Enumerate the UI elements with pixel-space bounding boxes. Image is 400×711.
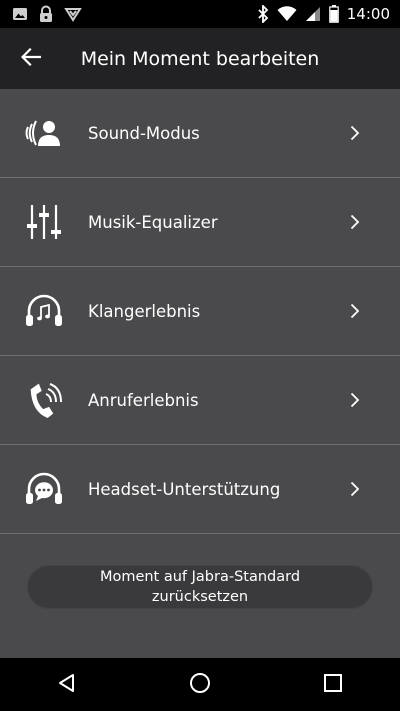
nav-back-icon	[57, 673, 77, 697]
menu-item-label: Headset-Unterstützung	[88, 479, 281, 499]
back-button[interactable]	[0, 28, 62, 89]
download-icon	[64, 6, 82, 22]
app-bar: Mein Moment bearbeiten	[0, 28, 400, 89]
bluetooth-icon	[257, 5, 269, 23]
wifi-icon	[277, 6, 297, 22]
menu-item-label: Musik-Equalizer	[88, 212, 218, 232]
battery-icon	[328, 5, 339, 23]
page-title: Mein Moment bearbeiten	[80, 47, 320, 70]
nav-home-icon	[189, 672, 211, 698]
reset-to-default-button[interactable]: Moment auf Jabra-Standard zurücksetzen	[27, 565, 373, 609]
arrow-back-icon	[20, 47, 42, 70]
chevron-right-icon	[310, 303, 400, 319]
chevron-right-icon	[310, 392, 400, 408]
menu-item-call-experience[interactable]: Anruferlebnis	[0, 356, 400, 445]
chevron-right-icon	[310, 125, 400, 141]
equalizer-icon	[0, 202, 88, 242]
lock-icon	[38, 5, 54, 23]
settings-menu: Sound-Modus Musik-Equalizer Klangerlebni…	[0, 89, 400, 534]
status-time: 14:00	[346, 5, 390, 23]
nav-recents-button[interactable]	[303, 658, 363, 711]
phone-call-icon	[0, 380, 88, 420]
menu-item-sound-experience[interactable]: Klangerlebnis	[0, 267, 400, 356]
menu-item-equalizer[interactable]: Musik-Equalizer	[0, 178, 400, 267]
nav-back-button[interactable]	[37, 658, 97, 711]
nav-recents-icon	[323, 673, 343, 697]
reset-button-label: Moment auf Jabra-Standard zurücksetzen	[99, 569, 301, 605]
headset-chat-icon	[0, 469, 88, 509]
menu-item-sound-mode[interactable]: Sound-Modus	[0, 89, 400, 178]
chevron-right-icon	[310, 481, 400, 497]
sound-mode-icon	[0, 116, 88, 150]
menu-item-label: Klangerlebnis	[88, 301, 201, 321]
menu-item-label: Sound-Modus	[88, 123, 200, 143]
nav-home-button[interactable]	[170, 658, 230, 711]
menu-item-label: Anruferlebnis	[88, 390, 199, 410]
signal-icon	[305, 6, 321, 22]
status-right-icons: 14:00	[249, 5, 390, 23]
menu-item-headset-support[interactable]: Headset-Unterstützung	[0, 445, 400, 534]
chevron-right-icon	[310, 214, 400, 230]
headphones-music-icon	[0, 291, 88, 331]
status-bar: 14:00	[0, 0, 400, 28]
image-icon	[12, 6, 28, 22]
system-nav-bar	[0, 658, 400, 711]
status-left-icons	[12, 5, 92, 23]
